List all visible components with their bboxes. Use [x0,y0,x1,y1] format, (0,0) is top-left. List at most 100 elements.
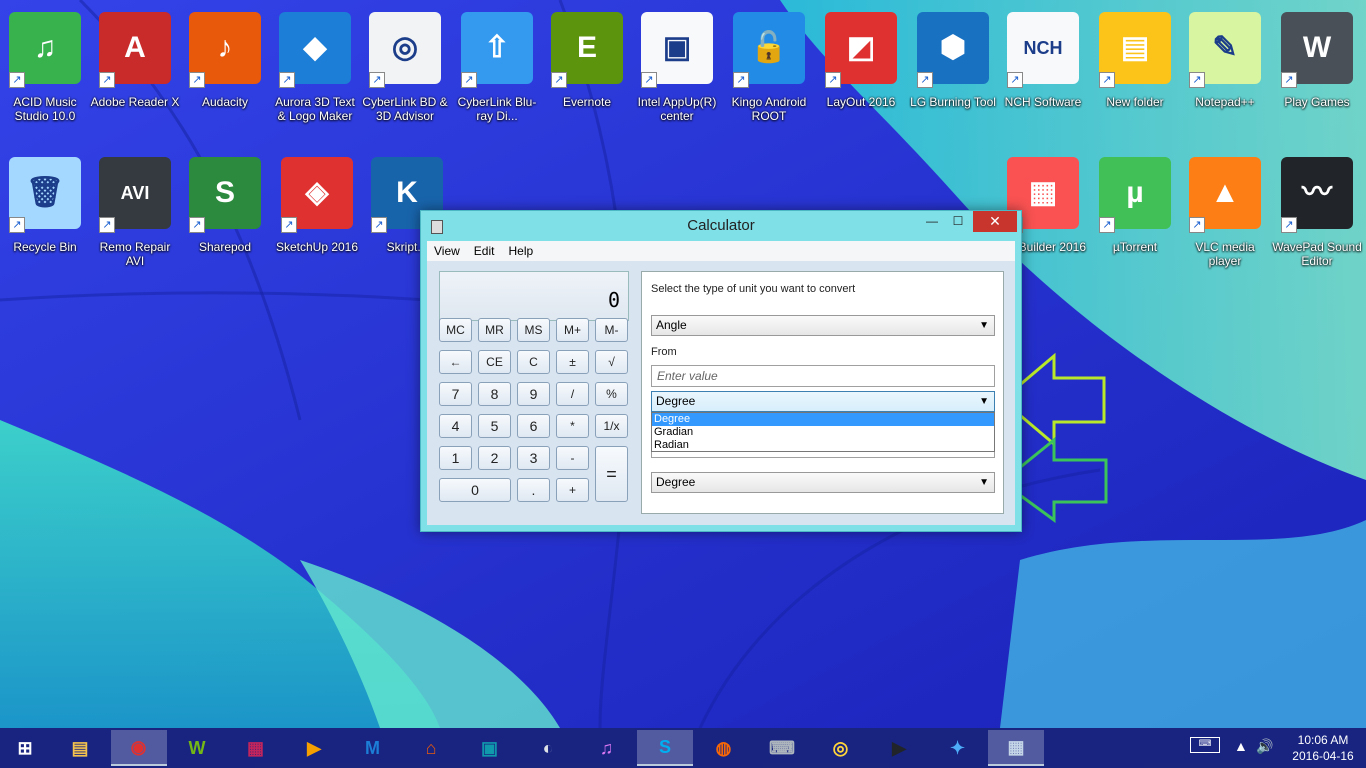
desktop-icon[interactable]: NCH ↗ NCH Software [998,6,1088,146]
to-unit-select[interactable]: Degree ▼ [651,472,995,493]
keyboard-icon[interactable]: ⌨ [1190,737,1220,753]
close-button[interactable]: ✕ [973,211,1017,232]
taskbar-start-icon[interactable]: ⊞ [0,730,50,766]
key-subtract[interactable]: - [556,446,589,470]
taskbar-winamp-icon[interactable]: W [169,730,225,766]
desktop-icon-label: New folder [1106,95,1164,109]
desktop-icon[interactable]: S ↗ Sharepod [180,151,270,291]
shortcut-arrow-icon: ↗ [279,72,295,88]
key-equals[interactable]: = [595,446,628,502]
key-divide[interactable]: / [556,382,589,406]
taskbar-player-icon[interactable]: ▶ [871,730,927,766]
desktop-icon-label: Remo Repair AVI [99,240,171,268]
key-6[interactable]: 6 [517,414,550,438]
key-backspace[interactable]: ← [439,350,472,374]
key-3[interactable]: 3 [517,446,550,470]
shortcut-arrow-icon: ↗ [551,72,567,88]
desktop-icon[interactable]: ◎ ↗ CyberLink BD & 3D Advisor [360,6,450,146]
taskbar-malwarebytes-icon[interactable]: M [345,730,401,766]
key-mr[interactable]: MR [478,318,511,342]
taskbar-cam-icon[interactable]: ◎ [813,730,869,766]
key-multiply[interactable]: * [556,414,589,438]
desktop-icon[interactable]: ◆ ↗ Aurora 3D Text & Logo Maker [270,6,360,146]
key-7[interactable]: 7 [439,382,472,406]
desktop-icon[interactable]: ♫ ↗ ACID Music Studio 10.0 [0,6,90,146]
shortcut-arrow-icon: ↗ [369,72,385,88]
shortcut-arrow-icon: ↗ [1099,217,1115,233]
key-9[interactable]: 9 [517,382,550,406]
key-negate[interactable]: ± [556,350,589,374]
dropdown-option-radian[interactable]: Radian [652,439,994,452]
from-value-input[interactable]: Enter value [651,365,995,387]
desktop-icon[interactable]: AVI ↗ Remo Repair AVI [90,151,180,291]
key-mc[interactable]: MC [439,318,472,342]
desktop-icon[interactable]: 〰 ↗ WavePad Sound Editor [1272,151,1362,291]
taskbar-skype-icon[interactable]: S [637,730,693,766]
desktop-icon[interactable]: ⬢ ↗ LG Burning Tool [908,6,998,146]
menu-bar: View Edit Help [427,241,1015,261]
desktop-icon[interactable]: ▤ ↗ New folder [1090,6,1180,146]
key-2[interactable]: 2 [478,446,511,470]
key-0[interactable]: 0 [439,478,511,502]
taskbar-winrar-icon[interactable]: ▦ [228,730,284,766]
unit-type-select[interactable]: Angle ▼ [651,315,995,336]
key-5[interactable]: 5 [478,414,511,438]
desktop-icon-label: Evernote [562,95,612,109]
key-ms[interactable]: MS [517,318,550,342]
taskbar-media-icon[interactable]: ▶ [286,730,342,766]
maximize-button[interactable]: ☐ [945,211,971,232]
desktop-icon[interactable]: ♪ ↗ Audacity [180,6,270,146]
key-m-minus[interactable]: M- [595,318,628,342]
key-decimal[interactable]: . [517,478,550,502]
key-ce[interactable]: CE [478,350,511,374]
shortcut-arrow-icon: ↗ [1189,217,1205,233]
from-unit-select[interactable]: Degree ▼ [651,391,995,412]
taskbar-app2-icon[interactable]: ◐ [520,730,576,766]
desktop-icon[interactable]: ▲ ↗ VLC media player [1180,151,1270,291]
key-8[interactable]: 8 [478,382,511,406]
key-reciprocal[interactable]: 1/x [595,414,628,438]
desktop-icon[interactable]: W ↗ Play Games [1272,6,1362,146]
from-unit-dropdown-list: Degree Gradian Radian [651,412,995,452]
clock[interactable]: 10:06 AM 2016-04-16 [1290,732,1356,764]
menu-edit[interactable]: Edit [467,241,502,261]
desktop-icon[interactable]: ◈ ↗ SketchUp 2016 [272,151,362,291]
desktop-icon[interactable]: 🗑 ↗ Recycle Bin [0,151,90,291]
desktop-icon[interactable]: ◩ ↗ LayOut 2016 [816,6,906,146]
desktop-icon[interactable]: 🔓 ↗ Kingo Android ROOT [724,6,814,146]
taskbar-itunes-icon[interactable]: ♫ [579,730,635,766]
taskbar-chrome-icon[interactable]: ◉ [110,730,167,766]
desktop-icon[interactable]: ✎ ↗ Notepad++ [1180,6,1270,146]
key-1[interactable]: 1 [439,446,472,470]
taskbar-app-icon[interactable]: ⌂ [403,730,459,766]
calculator-display: 0 [439,271,629,321]
desktop-icon[interactable]: ⇧ ↗ CyberLink Blu-ray Di... [452,6,542,146]
show-hidden-icons-icon[interactable]: ▲ [1234,738,1248,754]
desktop-icon[interactable]: ▣ ↗ Intel AppUp(R) center [632,6,722,146]
menu-help[interactable]: Help [501,241,540,261]
minimize-button[interactable]: — [919,211,945,232]
desktop-icon-label: Intel AppUp(R) center [637,95,717,123]
key-c[interactable]: C [517,350,550,374]
desktop-icon[interactable]: E ↗ Evernote [542,6,632,146]
key-4[interactable]: 4 [439,414,472,438]
menu-view[interactable]: View [427,241,467,261]
chevron-down-icon: ▼ [979,396,989,407]
shortcut-arrow-icon: ↗ [189,72,205,88]
desktop-icon[interactable]: A ↗ Adobe Reader X [90,6,180,146]
key-add[interactable]: + [556,478,589,502]
taskbar-explorer-icon[interactable]: ▤ [52,730,108,766]
taskbar-video-icon[interactable]: ▣ [462,730,518,766]
taskbar-calculator-icon[interactable]: ▦ [988,730,1044,766]
taskbar-safari-icon[interactable]: ✦ [930,730,986,766]
taskbar-network-icon[interactable]: ⌨ [754,730,810,766]
volume-icon[interactable]: 🔊 [1256,738,1273,755]
desktop-icon-label: CyberLink BD & 3D Advisor [362,95,448,123]
desktop-icon[interactable]: µ ↗ µTorrent [1090,151,1180,291]
key-sqrt[interactable]: √ [595,350,628,374]
taskbar-firefox-icon[interactable]: ◍ [696,730,752,766]
dropdown-option-gradian[interactable]: Gradian [652,426,994,439]
key-m-plus[interactable]: M+ [556,318,589,342]
key-percent[interactable]: % [595,382,628,406]
dropdown-option-degree[interactable]: Degree [652,413,994,426]
